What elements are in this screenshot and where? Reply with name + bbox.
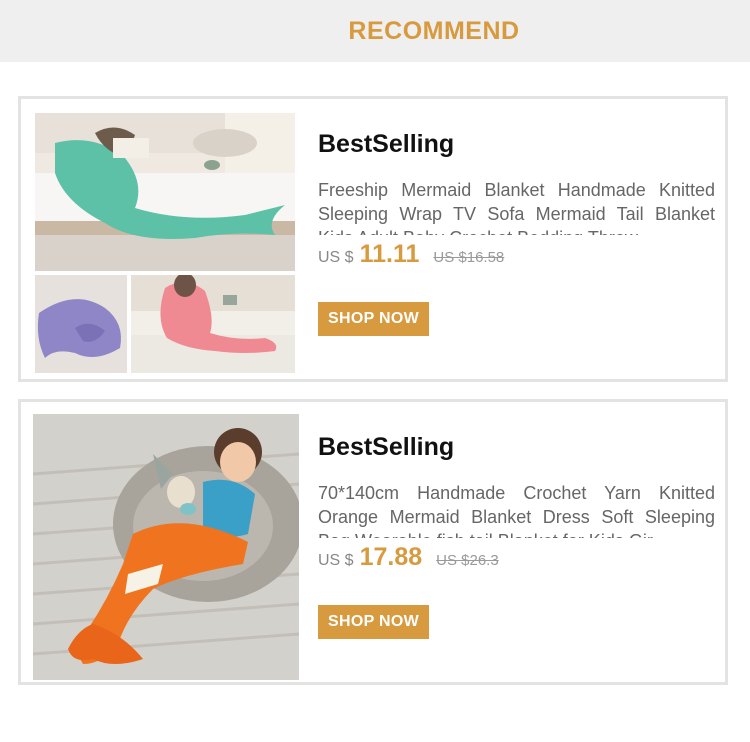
original-price: US $16.58: [433, 249, 505, 266]
bestselling-badge: BestSelling: [318, 433, 455, 461]
orange-mermaid-blanket-image: [33, 414, 299, 680]
original-price: US $26.3: [436, 552, 499, 569]
price-row: US $ 11.11 US $16.58: [318, 240, 715, 274]
product-info: BestSelling Freeship Mermaid Blanket Han…: [318, 129, 715, 336]
shop-now-button[interactable]: SHOP NOW: [318, 605, 430, 639]
product-card[interactable]: BestSelling Freeship Mermaid Blanket Han…: [18, 96, 728, 382]
currency-label: US $: [318, 249, 354, 266]
product-image[interactable]: [33, 414, 299, 680]
product-title[interactable]: 70*140cm Handmade Crochet Yarn Knitted O…: [318, 481, 715, 538]
product-info: BestSelling 70*140cm Handmade Crochet Ya…: [318, 432, 715, 639]
sale-price: 17.88: [359, 543, 423, 571]
bestselling-badge: BestSelling: [318, 130, 455, 158]
header-title: RECOMMEND: [348, 16, 520, 45]
product-title-clip: Freeship Mermaid Blanket Handmade Knitte…: [318, 178, 715, 235]
product-card[interactable]: BestSelling 70*140cm Handmade Crochet Ya…: [18, 399, 728, 685]
product-title[interactable]: Freeship Mermaid Blanket Handmade Knitte…: [318, 178, 715, 235]
price-row: US $ 17.88 US $26.3: [318, 543, 715, 577]
shop-now-button[interactable]: SHOP NOW: [318, 302, 430, 336]
sale-price: 11.11: [359, 240, 420, 268]
recommend-header: RECOMMEND: [0, 0, 750, 62]
product-image[interactable]: [35, 113, 295, 373]
currency-label: US $: [318, 552, 354, 569]
product-title-clip: 70*140cm Handmade Crochet Yarn Knitted O…: [318, 481, 715, 538]
mermaid-blanket-collage-image: [35, 113, 295, 373]
